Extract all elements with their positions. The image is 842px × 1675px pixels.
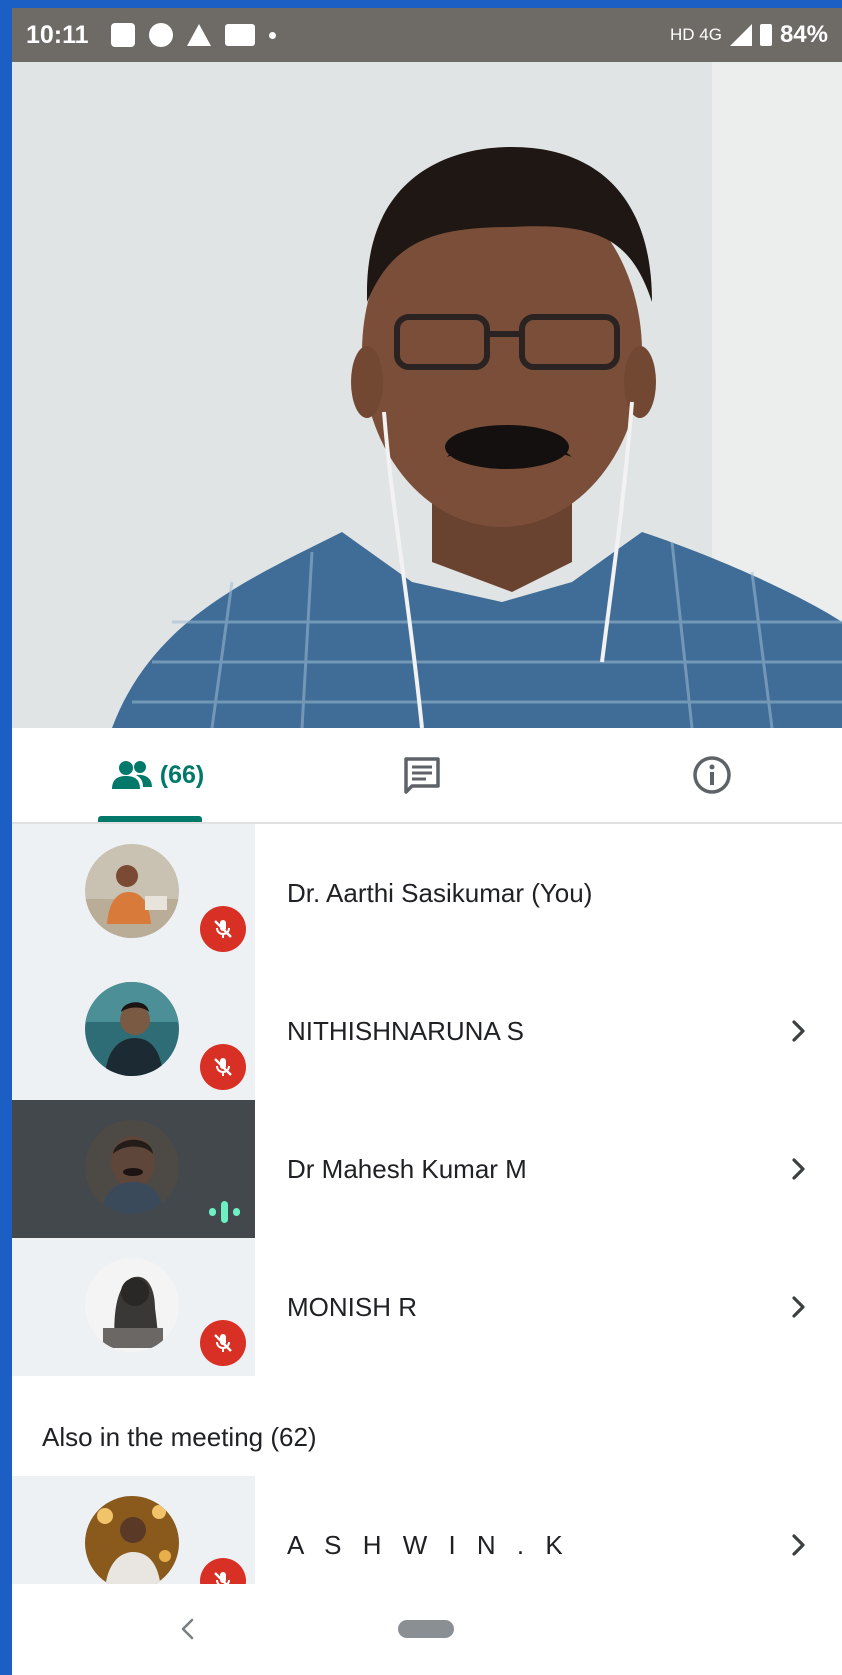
participant-name: MONISH R [287,1291,417,1322]
network-label: HD 4G [669,25,722,44]
participant-name: Dr Mahesh Kumar M [287,1153,527,1184]
status-bar: 10:11 HD 4G 84% [12,8,842,62]
also-in-meeting-header: Also in the meeting (62) [12,1376,842,1476]
back-icon[interactable] [172,1612,202,1646]
participant-name: NITHISHNARUNA S [287,1015,524,1046]
chevron-right-icon[interactable] [782,1290,816,1324]
participant-row[interactable]: MONISH R [12,1238,842,1376]
participant-thumbnail [12,824,255,962]
mic-off-icon [200,1044,246,1090]
chevron-right-icon[interactable] [782,1014,816,1048]
chat-icon [404,757,440,794]
participant-row[interactable]: Dr. Aarthi Sasikumar (You) [12,824,842,962]
tab-info[interactable] [672,728,752,822]
participant-thumbnail [12,962,255,1100]
facebook-icon [148,23,173,47]
mic-off-icon [200,906,246,952]
participant-name: Dr. Aarthi Sasikumar (You) [287,877,593,908]
speaker-video-frame [12,62,842,728]
status-time: 10:11 [26,20,89,49]
avatar [85,982,179,1076]
signal-icon [729,24,752,46]
gallery-icon [110,23,135,47]
avatar [85,844,179,938]
notification-icons [110,23,276,47]
participant-list: Dr. Aarthi Sasikumar (You) NITHISHNARUNA… [12,824,842,1614]
phone-screen: 10:11 HD 4G 84% (66) Dr. Aarthi Sasikuma… [12,8,842,1675]
participant-row[interactable]: NITHISHNARUNA S [12,962,842,1100]
more-notifications-icon [268,31,276,39]
avatar [85,1258,179,1352]
app-icon [186,24,211,46]
chevron-right-icon[interactable] [782,1528,816,1562]
app-badge-icon [224,24,255,46]
battery-percent: 84% [779,21,828,48]
home-pill-icon[interactable] [398,1620,454,1638]
people-icon [111,761,152,789]
section-title: Also in the meeting (62) [42,1422,317,1452]
tab-chat[interactable] [382,728,462,822]
people-count: (66) [159,760,205,789]
tab-bar: (66) [12,728,842,824]
speaking-indicator-icon [204,1200,244,1224]
mic-off-icon [200,1320,246,1366]
participant-row[interactable]: Dr Mahesh Kumar M [12,1100,842,1238]
status-right: HD 4G 84% [670,8,828,62]
tab-people[interactable]: (66) [88,728,228,822]
participant-thumbnail [12,1100,255,1238]
battery-icon [759,24,772,46]
info-icon [693,756,731,794]
active-tab-indicator [98,816,202,822]
main-video[interactable] [12,62,842,728]
system-nav-bar [12,1584,842,1675]
avatar [85,1496,179,1590]
chevron-right-icon[interactable] [782,1152,816,1186]
avatar [85,1120,179,1214]
participant-thumbnail [12,1238,255,1376]
